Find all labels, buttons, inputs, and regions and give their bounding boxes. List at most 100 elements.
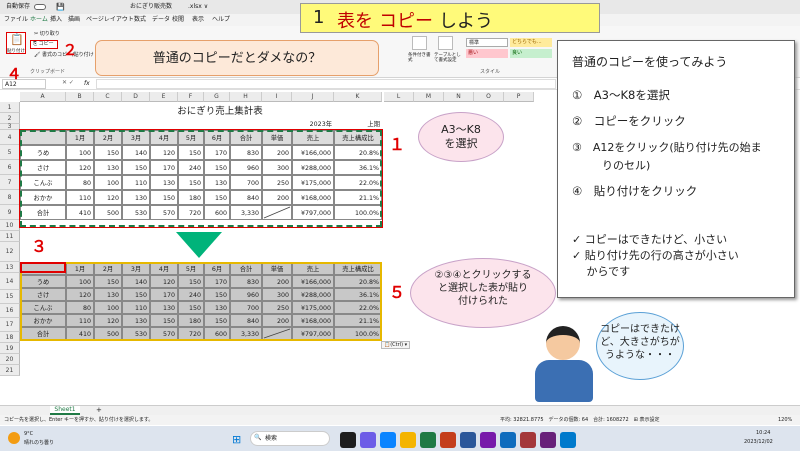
col-header-b[interactable]: B	[66, 92, 94, 102]
panel-step-1: ① A3～K8を選択	[572, 88, 670, 102]
tab-insert[interactable]: 挿入	[50, 14, 62, 26]
col-header-m[interactable]: M	[414, 92, 444, 102]
col-header-c[interactable]: C	[94, 92, 122, 102]
down-arrow	[176, 232, 222, 258]
explorer-icon[interactable]	[400, 432, 416, 448]
formula-cancel-icon[interactable]: ✕ ✓	[62, 79, 74, 86]
sheet-title[interactable]: おにぎり売上集計表	[130, 105, 310, 119]
sheet-year[interactable]: 2023年	[292, 120, 334, 130]
add-sheet-button[interactable]: +	[96, 406, 102, 415]
outlook-icon[interactable]	[500, 432, 516, 448]
row-header-1[interactable]: 1	[0, 102, 20, 113]
formula-input[interactable]	[96, 79, 556, 89]
col-header-n[interactable]: N	[444, 92, 474, 102]
file-ext: .xlsx ∨	[188, 3, 209, 10]
clock-time: 10:24	[756, 430, 771, 436]
row-header-9[interactable]: 9	[0, 205, 20, 220]
row-header-11[interactable]: 11	[0, 231, 20, 242]
col-header-j[interactable]: J	[292, 92, 334, 102]
sheet-tab-bar: Sheet1 +	[0, 405, 800, 415]
col-header-p[interactable]: P	[504, 92, 534, 102]
taskbar: 9°C 晴れのち曇り ⊞ 検索 🔍 10:24 2023/12/02	[0, 426, 800, 451]
col-header-e[interactable]: E	[150, 92, 178, 102]
copy-button[interactable]: ⎘ コピー	[30, 40, 58, 49]
style-good[interactable]: 良い	[510, 49, 552, 58]
tab-data[interactable]: データ	[152, 14, 170, 26]
tab-help[interactable]: ヘルプ	[212, 14, 230, 26]
row-header-16[interactable]: 16	[0, 304, 20, 318]
tab-review[interactable]: 校閲	[172, 14, 184, 26]
row-header-10[interactable]: 10	[0, 220, 20, 231]
format-as-table-label[interactable]: テーブルとして書式設定	[434, 53, 464, 63]
cut-button[interactable]: ✂ 切り取り	[34, 30, 60, 37]
style-standard[interactable]: 標準	[466, 38, 508, 47]
vscode-icon[interactable]	[560, 432, 576, 448]
row-header-13[interactable]: 13	[0, 262, 20, 273]
access-icon[interactable]	[520, 432, 536, 448]
col-header-i[interactable]: I	[262, 92, 292, 102]
weather-icon[interactable]	[8, 432, 20, 444]
style-bad[interactable]: 悪い	[466, 49, 508, 58]
vs-icon[interactable]	[540, 432, 556, 448]
weather-text: 晴れのち曇り	[24, 440, 55, 446]
row-header-17[interactable]: 17	[0, 318, 20, 332]
conditional-format-icon[interactable]	[412, 36, 427, 50]
col-header-f[interactable]: F	[178, 92, 204, 102]
row-header-18[interactable]: 18	[0, 332, 20, 343]
col-header-o[interactable]: O	[474, 92, 504, 102]
row-header-12[interactable]: 12	[0, 242, 20, 262]
tab-file[interactable]: ファイル	[4, 14, 28, 26]
tab-draw[interactable]: 描画	[68, 14, 80, 26]
tab-formulas[interactable]: 数式	[134, 14, 146, 26]
row-header-19[interactable]: 19	[0, 343, 20, 354]
zoom-level[interactable]: 120%	[778, 415, 792, 425]
autosave-label: 自動保存	[6, 3, 31, 10]
save-icon[interactable]: 💾	[56, 3, 65, 11]
chat-icon[interactable]	[360, 432, 376, 448]
conditional-format-label[interactable]: 条件付き書式	[408, 53, 432, 63]
col-header-l[interactable]: L	[384, 92, 414, 102]
row-header-21[interactable]: 21	[0, 365, 20, 376]
paste-label: 貼り付け	[7, 49, 25, 54]
character-body	[535, 360, 593, 402]
paste-options-button[interactable]: 📋(Ctrl) ▾	[381, 341, 411, 349]
row-header-7[interactable]: 7	[0, 175, 20, 190]
fx-button[interactable]: fx	[84, 78, 90, 90]
onenote-icon[interactable]	[480, 432, 496, 448]
sheet-tab-sheet1[interactable]: Sheet1	[50, 406, 80, 415]
powerpoint-icon[interactable]	[440, 432, 456, 448]
paste-options-label: (Ctrl) ▾	[390, 342, 408, 348]
autosave-toggle[interactable]	[34, 4, 46, 10]
col-header-a[interactable]: A	[20, 92, 66, 102]
search-icon: 🔍	[254, 434, 262, 441]
excel-icon[interactable]	[420, 432, 436, 448]
row-header-4[interactable]: 4	[0, 130, 20, 145]
panel-intro: 普通のコピーを使ってみよう	[572, 55, 728, 69]
col-header-g[interactable]: G	[204, 92, 230, 102]
callout-question: コピーはできたけ ど、大きさがちが うような・・・	[596, 312, 684, 380]
start-icon[interactable]: ⊞	[232, 433, 241, 446]
search-label: 検索	[265, 435, 278, 442]
word-icon[interactable]	[460, 432, 476, 448]
row-header-6[interactable]: 6	[0, 160, 20, 175]
paste-button[interactable]: 📋 貼り付け	[6, 32, 26, 54]
taskview-icon[interactable]	[340, 432, 356, 448]
row-header-20[interactable]: 20	[0, 354, 20, 365]
marker-4: ４	[6, 65, 22, 83]
col-header-h[interactable]: H	[230, 92, 262, 102]
edge-icon[interactable]	[380, 432, 396, 448]
row-header-14[interactable]: 14	[0, 273, 20, 290]
status-bar: コピー先を選択し、Enter キーを押すか、貼り付けを選択します。 平均: 32…	[0, 415, 800, 425]
format-as-table-icon[interactable]	[438, 36, 453, 50]
search-box[interactable]: 検索	[250, 431, 330, 446]
row-header-8[interactable]: 8	[0, 190, 20, 205]
col-header-d[interactable]: D	[122, 92, 150, 102]
status-message: コピー先を選択し、Enter キーを押すか、貼り付けを選択します。	[4, 417, 154, 423]
row-header-15[interactable]: 15	[0, 290, 20, 304]
style-neutral[interactable]: どちらでも...	[510, 38, 552, 47]
tab-view[interactable]: 表示	[192, 14, 204, 26]
sheet-period[interactable]: 上期	[334, 120, 382, 130]
col-header-k[interactable]: K	[334, 92, 382, 102]
row-header-5[interactable]: 5	[0, 145, 20, 160]
tab-page-layout[interactable]: ページレイアウト	[86, 14, 134, 26]
